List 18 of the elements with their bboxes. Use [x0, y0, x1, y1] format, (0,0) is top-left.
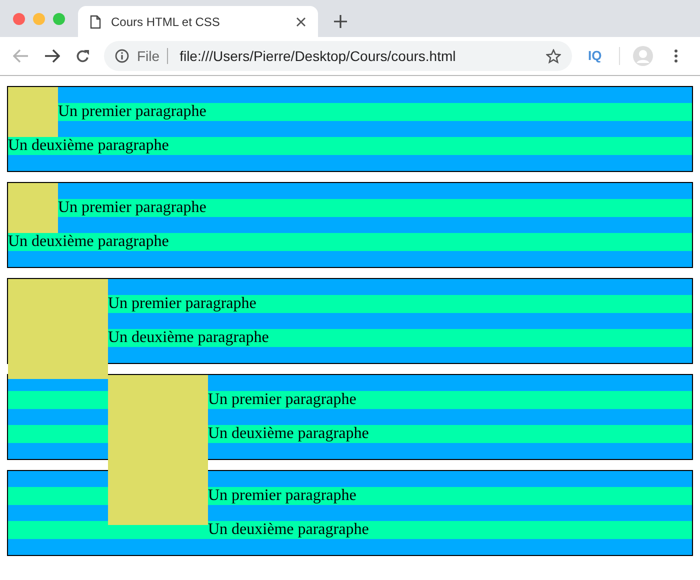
float-block	[8, 87, 58, 137]
address-bar[interactable]: File file:///Users/Pierre/Desktop/Cours/cours.html	[104, 41, 572, 71]
info-icon[interactable]	[115, 49, 129, 63]
tab-title: Cours HTML et CSS	[111, 14, 221, 30]
paragraph: Un deuxième paragraphe	[8, 233, 692, 251]
forward-icon[interactable]	[44, 49, 60, 63]
paragraph: Un deuxième paragraphe	[8, 137, 692, 155]
security-label: File	[137, 46, 160, 66]
float-block	[8, 183, 58, 233]
new-tab-icon[interactable]	[334, 15, 347, 28]
document-icon	[90, 14, 101, 28]
close-icon[interactable]	[296, 16, 306, 26]
reload-icon[interactable]	[75, 48, 90, 64]
browser-tab[interactable]: Cours HTML et CSS	[78, 6, 318, 37]
menu-icon[interactable]	[674, 49, 678, 63]
star-icon[interactable]	[546, 48, 561, 64]
url-text: file:///Users/Pierre/Desktop/Cours/cours.html	[180, 46, 457, 66]
paragraph: Un deuxième paragraphe	[8, 521, 692, 539]
